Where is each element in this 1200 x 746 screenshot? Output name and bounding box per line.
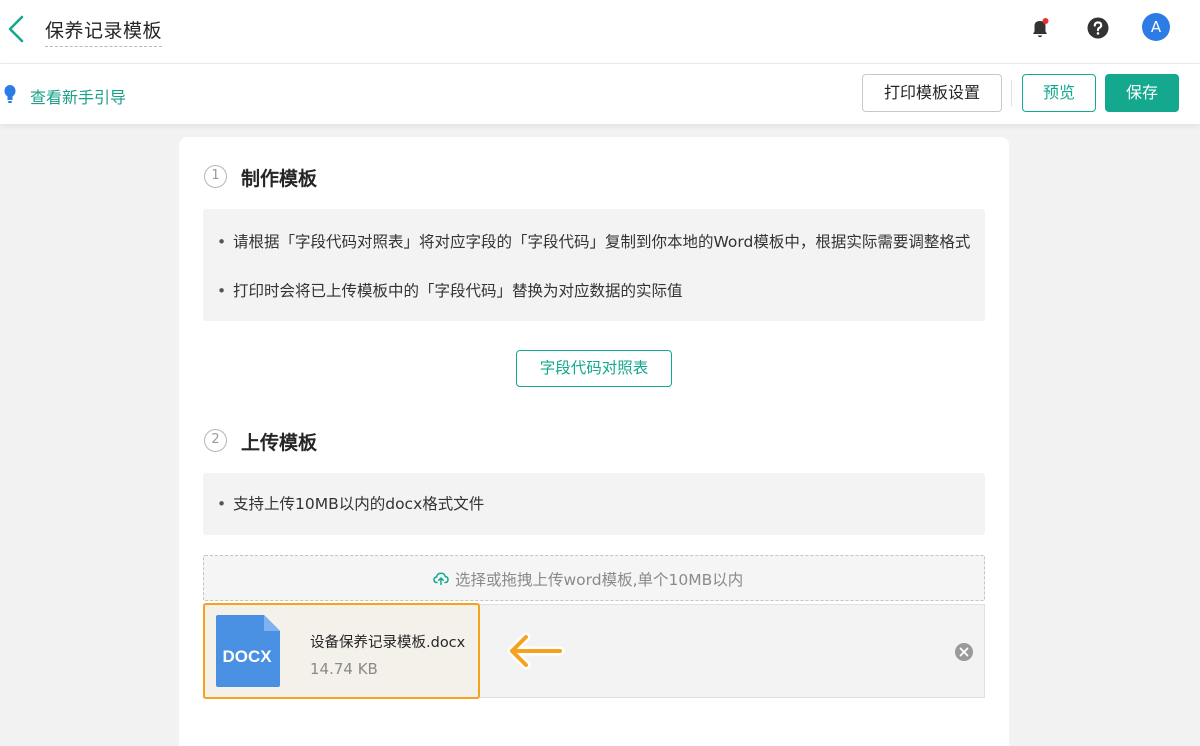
bell-icon[interactable]: [1026, 14, 1054, 42]
instruction-bullet: 请根据「字段代码对照表」将对应字段的「字段代码」复制到你本地的Word模板中，根…: [217, 230, 977, 254]
preview-button[interactable]: 预览: [1022, 74, 1096, 112]
upload-info-box: 支持上传10MB以内的docx格式文件: [203, 473, 985, 535]
docx-label: DOCX: [222, 647, 272, 666]
toolbar-divider: [1011, 80, 1012, 106]
uploaded-file-item[interactable]: DOCX 设备保养记录模板.docx 14.74 KB: [203, 603, 480, 699]
step-number-1: 1: [204, 165, 227, 188]
file-size: 14.74 KB: [310, 660, 378, 678]
instruction-bullet: 打印时会将已上传模板中的「字段代码」替换为对应数据的实际值: [217, 279, 977, 303]
toolbar: 查看新手引导 打印模板设置 预览 保存: [0, 64, 1200, 124]
help-circle-icon[interactable]: [1084, 14, 1112, 42]
avatar[interactable]: A: [1142, 13, 1170, 41]
instructions-box: 请根据「字段代码对照表」将对应字段的「字段代码」复制到你本地的Word模板中，根…: [203, 209, 985, 321]
field-code-table-button[interactable]: 字段代码对照表: [516, 350, 672, 387]
upload-dropzone[interactable]: 选择或拖拽上传word模板,单个10MB以内: [203, 555, 985, 601]
step-number-2: 2: [204, 429, 227, 452]
print-settings-button[interactable]: 打印模板设置: [862, 74, 1002, 112]
template-card: 1 制作模板 请根据「字段代码对照表」将对应字段的「字段代码」复制到你本地的Wo…: [179, 137, 1009, 746]
file-name: 设备保养记录模板.docx: [310, 635, 466, 651]
save-button[interactable]: 保存: [1105, 74, 1179, 112]
close-circle-icon[interactable]: [954, 642, 974, 662]
chevron-left-icon[interactable]: [6, 14, 28, 44]
page-title[interactable]: 保养记录模板: [45, 16, 163, 47]
uploaded-file-row: DOCX 设备保养记录模板.docx 14.74 KB: [203, 603, 985, 699]
cloud-upload-icon: [433, 572, 449, 585]
docx-file-icon: DOCX: [216, 615, 280, 687]
upload-hint-text: 选择或拖拽上传word模板,单个10MB以内: [455, 571, 744, 589]
upload-info-bullet: 支持上传10MB以内的docx格式文件: [217, 492, 977, 516]
step-title-upload-template: 上传模板: [241, 432, 318, 454]
arrow-left-icon: [507, 632, 565, 670]
step-title-make-template: 制作模板: [241, 168, 318, 190]
lightbulb-icon: [4, 85, 16, 103]
new-user-guide-link[interactable]: 查看新手引导: [30, 84, 126, 108]
top-bar: 保养记录模板 A: [0, 0, 1200, 64]
